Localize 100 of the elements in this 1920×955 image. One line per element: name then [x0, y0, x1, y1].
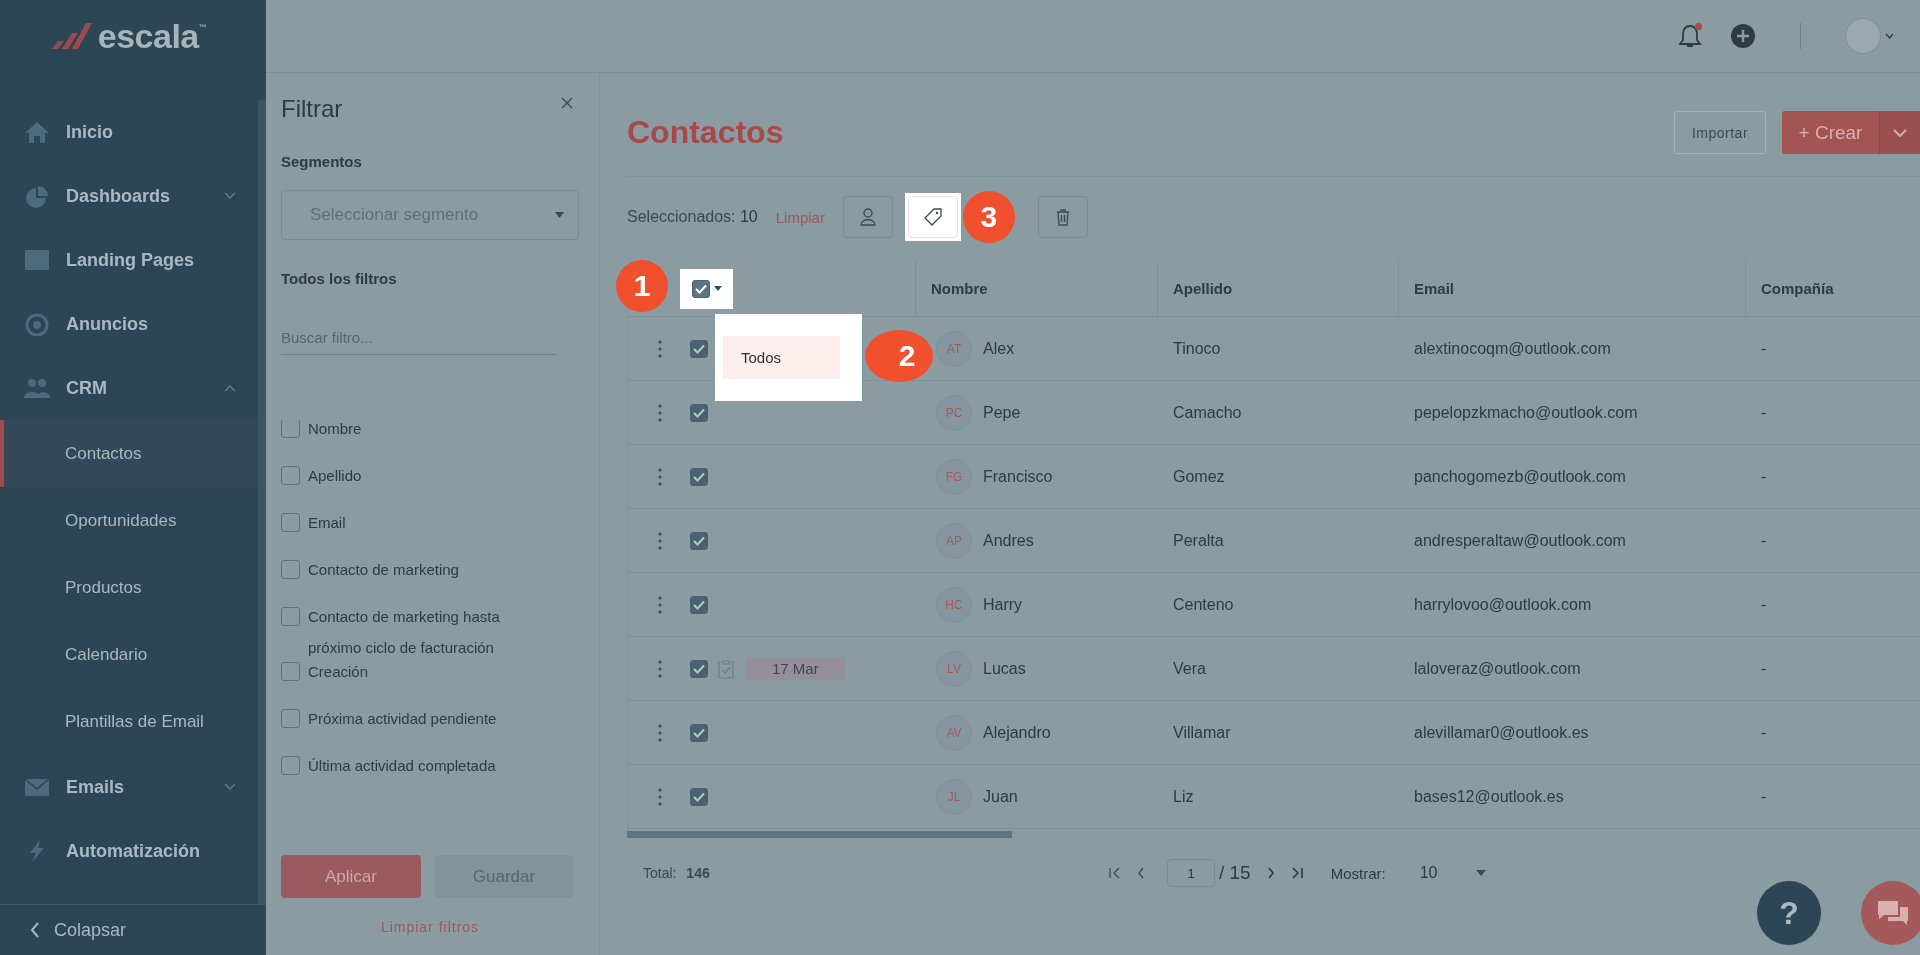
callout-number: 1 — [616, 260, 668, 312]
plus-circle-icon[interactable] — [1730, 23, 1756, 49]
trash-icon — [1055, 208, 1070, 226]
tag-icon — [923, 208, 942, 226]
page-size-select[interactable]: 10 — [1419, 864, 1460, 882]
close-icon[interactable] — [561, 97, 573, 109]
table-cell-text: Gomez — [1172, 466, 1226, 487]
more-icon[interactable] — [658, 467, 662, 486]
column-header[interactable]: Email — [1398, 261, 1745, 316]
page-field[interactable]: 1 — [1167, 859, 1215, 887]
filter-label: Próxima actividad pendiente — [308, 709, 498, 729]
checkbox[interactable] — [690, 467, 708, 486]
collapse-button[interactable]: Colapsar — [0, 904, 266, 955]
nav-item[interactable]: Anuncios — [0, 292, 258, 356]
avatar-initials: AT — [936, 330, 972, 367]
checkbox[interactable] — [690, 723, 708, 742]
people-icon — [24, 376, 50, 400]
checkbox[interactable] — [690, 787, 708, 806]
avatar — [1845, 18, 1881, 54]
more-icon[interactable] — [658, 339, 662, 358]
avatar-initials: LV — [936, 650, 972, 687]
chevron-down-icon — [1893, 128, 1907, 137]
pie-icon — [24, 184, 50, 208]
menu-item[interactable]: Todos — [723, 336, 840, 379]
nav-item[interactable]: Inicio — [0, 100, 258, 164]
checkbox[interactable] — [691, 279, 710, 298]
checkbox[interactable] — [281, 420, 300, 438]
nav-subitem[interactable]: Productos — [0, 554, 258, 621]
assign-owner-button[interactable] — [842, 196, 893, 238]
checkbox[interactable] — [281, 709, 300, 728]
checkbox[interactable] — [281, 560, 300, 579]
table-cell-text: - — [1760, 402, 1768, 423]
target-icon — [24, 312, 50, 336]
chevron-down-icon — [1885, 33, 1894, 39]
table-cell-text: laloveraz@outlook.com — [1413, 658, 1582, 679]
table-cell: Alejandro — [983, 723, 1051, 742]
nav-subitem[interactable]: Oportunidades — [0, 487, 258, 554]
column-header[interactable]: Apellido — [1157, 261, 1398, 316]
bell-icon[interactable] — [1678, 23, 1702, 49]
help-button[interactable]: ? — [1757, 881, 1821, 945]
more-icon[interactable] — [658, 659, 662, 678]
table-cell-text: Camacho — [1172, 402, 1243, 423]
select-all-control[interactable] — [680, 268, 733, 309]
table-cell-text: Centeno — [1172, 594, 1235, 615]
table-cell-text: Vera — [1172, 658, 1207, 679]
avatar-initials: JL — [936, 778, 972, 815]
avatar-initials: AP — [936, 522, 972, 559]
nav-item[interactable]: Emails — [0, 755, 258, 819]
panel-title: Filtrar — [281, 95, 343, 123]
filter-label: Creación — [308, 662, 370, 682]
chat-button[interactable] — [1861, 881, 1920, 945]
avatar-initials: PC — [936, 394, 972, 431]
previous-page-icon[interactable] — [1137, 867, 1145, 879]
delete-button[interactable] — [1037, 196, 1088, 238]
more-icon[interactable] — [658, 787, 662, 806]
table-cell-text: - — [1760, 530, 1768, 551]
home-icon — [24, 120, 50, 144]
filter-label: Última actividad completada — [308, 756, 497, 776]
column-header[interactable]: Nombre — [915, 261, 1157, 316]
person-icon — [859, 208, 876, 226]
nav-item[interactable]: Landing Pages — [0, 228, 258, 292]
checkbox[interactable] — [690, 531, 708, 550]
tag-button[interactable] — [907, 196, 958, 238]
checkbox[interactable] — [281, 607, 300, 626]
nav-subitem[interactable]: Plantillas de Email — [0, 688, 258, 755]
table-cell-text: Tinoco — [1172, 338, 1222, 359]
table-cell-text: - — [1760, 594, 1768, 615]
scrollbar-thumb[interactable] — [627, 831, 1012, 838]
filter-label: Contacto de marketing — [308, 560, 460, 580]
more-icon[interactable] — [658, 531, 662, 550]
checkbox[interactable] — [281, 662, 300, 681]
more-icon[interactable] — [658, 403, 662, 422]
column-header[interactable]: Compañía — [1745, 261, 1920, 316]
table-cell-text: Villamar — [1172, 722, 1232, 743]
first-page-icon[interactable] — [1109, 867, 1121, 879]
checkbox[interactable] — [690, 595, 708, 614]
checkbox[interactable] — [690, 339, 708, 358]
table-cell-text: - — [1760, 722, 1768, 743]
more-icon[interactable] — [658, 595, 662, 614]
import-button[interactable]: Importar — [1674, 111, 1766, 154]
last-page-icon[interactable] — [1290, 867, 1303, 879]
nav-item[interactable]: CRM — [0, 356, 258, 420]
create-button[interactable]: + Crear — [1782, 111, 1920, 154]
checkbox[interactable] — [690, 403, 708, 422]
checkbox[interactable] — [281, 466, 300, 485]
page-count: / 15 — [1219, 862, 1251, 884]
nav-item[interactable]: Dashboards — [0, 164, 258, 228]
nav-item[interactable]: Automatización — [0, 819, 258, 883]
more-icon[interactable] — [658, 723, 662, 742]
table-cell-text: Peralta — [1172, 530, 1225, 551]
logo-text: escala$^{™}$ — [97, 16, 207, 56]
section-label: Segmentos — [281, 153, 363, 170]
nav-subitem[interactable]: Contactos — [0, 420, 258, 487]
filter-label: Contacto de marketing hasta próximo ciclo de facturación — [308, 607, 501, 658]
checkbox[interactable] — [281, 513, 300, 532]
checkbox[interactable] — [281, 756, 300, 775]
table-cell-text: harrylovoo@outlook.com — [1413, 594, 1593, 615]
next-page-icon[interactable] — [1266, 867, 1275, 879]
checkbox[interactable] — [690, 659, 708, 678]
nav-subitem[interactable]: Calendario — [0, 621, 258, 688]
